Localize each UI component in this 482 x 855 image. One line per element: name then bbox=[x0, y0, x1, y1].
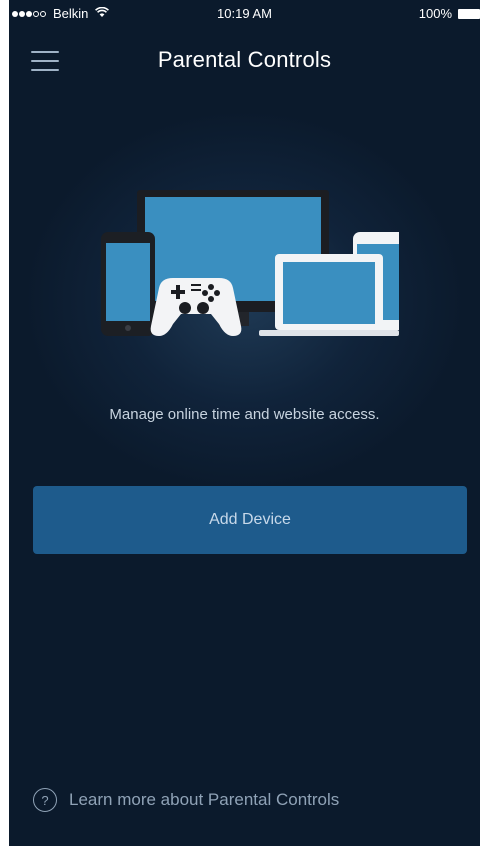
learn-more-link[interactable]: ? Learn more about Parental Controls bbox=[33, 788, 339, 812]
laptop-icon bbox=[259, 254, 399, 336]
status-right: 100% bbox=[419, 6, 480, 21]
learn-more-label: Learn more about Parental Controls bbox=[69, 790, 340, 809]
nav-bar: Parental Controls bbox=[9, 30, 480, 86]
add-device-button[interactable]: Add Device bbox=[33, 486, 467, 554]
gamepad-icon bbox=[150, 278, 242, 336]
description-text: Manage online time and website access. bbox=[109, 406, 380, 423]
status-bar: Belkin 10:19 AM 100% bbox=[9, 0, 480, 28]
phone-icon bbox=[101, 232, 155, 336]
page-title: Parental Controls bbox=[157, 47, 332, 72]
app-screen: Belkin 10:19 AM 100% Parental Controls M… bbox=[9, 0, 480, 846]
help-circle-icon: ? bbox=[33, 788, 57, 812]
devices-illustration bbox=[99, 186, 407, 346]
status-time: 10:19 AM bbox=[217, 6, 272, 21]
battery-icon bbox=[458, 8, 480, 19]
battery-percentage: 100% bbox=[418, 6, 452, 21]
